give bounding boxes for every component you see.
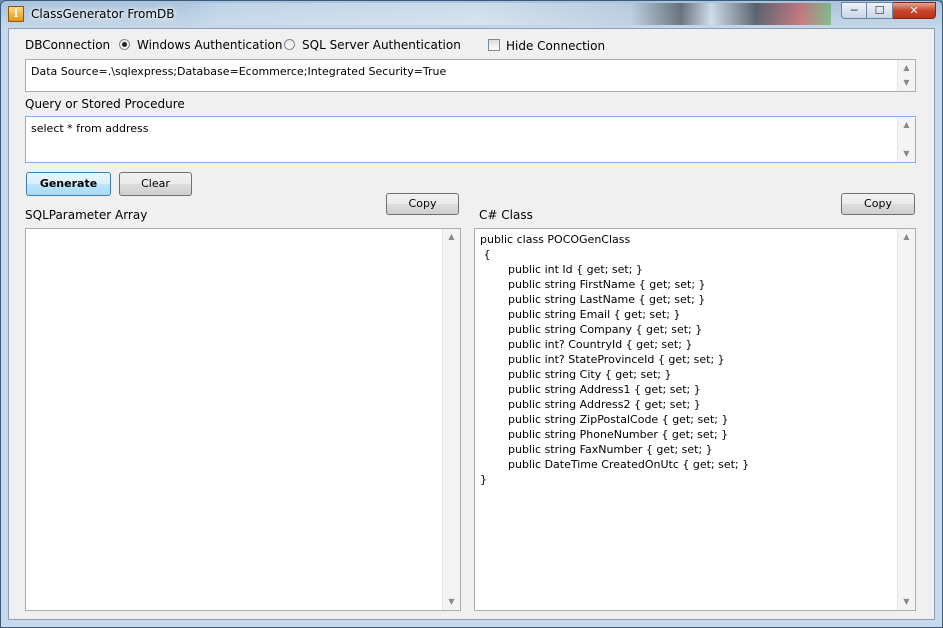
csharp-class-output[interactable]: public class POCOGenClass { public int I… [474, 228, 916, 611]
scroll-up-arrow-icon[interactable]: ▲ [443, 229, 460, 245]
sql-auth-radio[interactable] [284, 39, 295, 50]
query-input[interactable]: select * from address ▲ ▼ [25, 116, 916, 163]
scroll-down-arrow-icon[interactable]: ▼ [443, 594, 460, 610]
maximize-button[interactable]: ☐ [867, 2, 893, 19]
app-icon[interactable]: i [8, 6, 24, 22]
maximize-icon: ☐ [874, 4, 885, 17]
hide-connection-checkbox[interactable] [488, 39, 500, 51]
windows-auth-label[interactable]: Windows Authentication [137, 38, 282, 52]
copy-csharp-class-button[interactable]: Copy [841, 193, 915, 215]
scroll-up-arrow-icon[interactable]: ▲ [898, 229, 915, 245]
hide-connection-label[interactable]: Hide Connection [506, 39, 605, 53]
generate-button[interactable]: Generate [26, 172, 111, 196]
clear-button[interactable]: Clear [119, 172, 192, 196]
close-button[interactable]: ✕ [893, 2, 936, 19]
minimize-icon: ─ [850, 4, 858, 17]
csharp-class-label: C# Class [479, 208, 533, 222]
scroll-down-arrow-icon[interactable]: ▼ [898, 146, 915, 162]
scroll-down-arrow-icon[interactable]: ▼ [898, 594, 915, 610]
sql-auth-label[interactable]: SQL Server Authentication [302, 38, 461, 52]
query-text: select * from address [31, 122, 149, 135]
window-title: ClassGenerator FromDB [31, 7, 175, 21]
scroll-up-arrow-icon[interactable]: ▲ [898, 60, 915, 76]
connection-string-input[interactable]: Data Source=.\sqlexpress;Database=Ecomme… [25, 59, 916, 92]
minimize-button[interactable]: ─ [841, 2, 867, 19]
sql-parameter-label: SQLParameter Array [25, 208, 148, 222]
window-controls: ─ ☐ ✕ [841, 2, 936, 21]
db-connection-label: DBConnection [25, 38, 111, 52]
csharp-class-scrollbar[interactable]: ▲ ▼ [897, 229, 915, 610]
sql-parameter-scrollbar[interactable]: ▲ ▼ [442, 229, 460, 610]
client-area: DBConnection Windows Authentication SQL … [8, 28, 935, 620]
connection-string-text: Data Source=.\sqlexpress;Database=Ecomme… [31, 65, 447, 78]
copy-sql-parameter-button[interactable]: Copy [386, 193, 459, 215]
query-scrollbar[interactable]: ▲ ▼ [897, 117, 915, 162]
app-window: i ClassGenerator FromDB ─ ☐ ✕ DBConnecti… [0, 0, 943, 628]
title-bar[interactable]: i ClassGenerator FromDB ─ ☐ ✕ [1, 1, 942, 27]
connection-scrollbar[interactable]: ▲ ▼ [897, 60, 915, 91]
title-bar-background [181, 3, 831, 25]
scroll-up-arrow-icon[interactable]: ▲ [898, 117, 915, 133]
sql-parameter-output[interactable]: ▲ ▼ [25, 228, 461, 611]
close-icon: ✕ [909, 4, 919, 17]
windows-auth-radio[interactable] [119, 39, 130, 50]
query-label: Query or Stored Procedure [25, 97, 185, 111]
scroll-down-arrow-icon[interactable]: ▼ [898, 75, 915, 91]
csharp-class-text: public class POCOGenClass { public int I… [480, 233, 750, 486]
